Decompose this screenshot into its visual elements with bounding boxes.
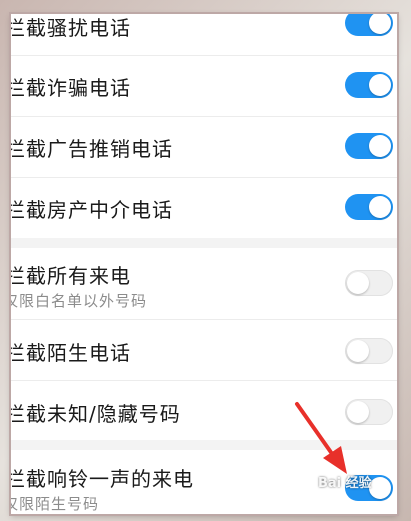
toggle-knob	[369, 74, 391, 96]
annotation-arrow-icon	[295, 402, 347, 474]
setting-label: 拦截广告推销电话	[11, 137, 173, 161]
toggle-switch[interactable]	[345, 270, 393, 296]
toggle-switch[interactable]	[345, 194, 393, 220]
toggle-switch[interactable]	[345, 338, 393, 364]
baidu-watermark: Bai 经验	[318, 476, 372, 491]
toggle-knob	[347, 272, 369, 294]
setting-label: 拦截诈骗电话	[11, 76, 131, 100]
setting-label: 拦截房产中介电话	[11, 198, 173, 222]
setting-row-real-estate[interactable]: 拦截房产中介电话	[11, 178, 397, 238]
setting-sublabel: 仅限白名单以外号码	[11, 292, 148, 310]
toggle-knob	[369, 477, 391, 499]
setting-row-advertising[interactable]: 拦截广告推销电话	[11, 117, 397, 177]
setting-label: 拦截未知/隐藏号码	[11, 402, 181, 426]
setting-label: 拦截骚扰电话	[11, 16, 131, 40]
toggle-switch[interactable]	[345, 14, 393, 36]
toggle-switch[interactable]	[345, 72, 393, 98]
toggle-knob	[369, 196, 391, 218]
toggle-knob	[347, 340, 369, 362]
setting-row-fraud[interactable]: 拦截诈骗电话	[11, 56, 397, 116]
setting-label: 拦截所有来电	[11, 264, 131, 288]
toggle-knob	[369, 135, 391, 157]
toggle-knob	[369, 14, 391, 34]
toggle-switch[interactable]	[345, 133, 393, 159]
setting-row-strangers[interactable]: 拦截陌生电话	[11, 320, 397, 380]
section-gap	[11, 238, 397, 248]
setting-label: 拦截陌生电话	[11, 341, 131, 365]
setting-sublabel: 仅限陌生号码	[11, 495, 100, 513]
setting-row-harassment[interactable]: 拦截骚扰电话	[11, 14, 397, 54]
setting-row-all-calls[interactable]: 拦截所有来电 仅限白名单以外号码	[11, 250, 397, 314]
setting-label: 拦截响铃一声的来电	[11, 467, 194, 491]
